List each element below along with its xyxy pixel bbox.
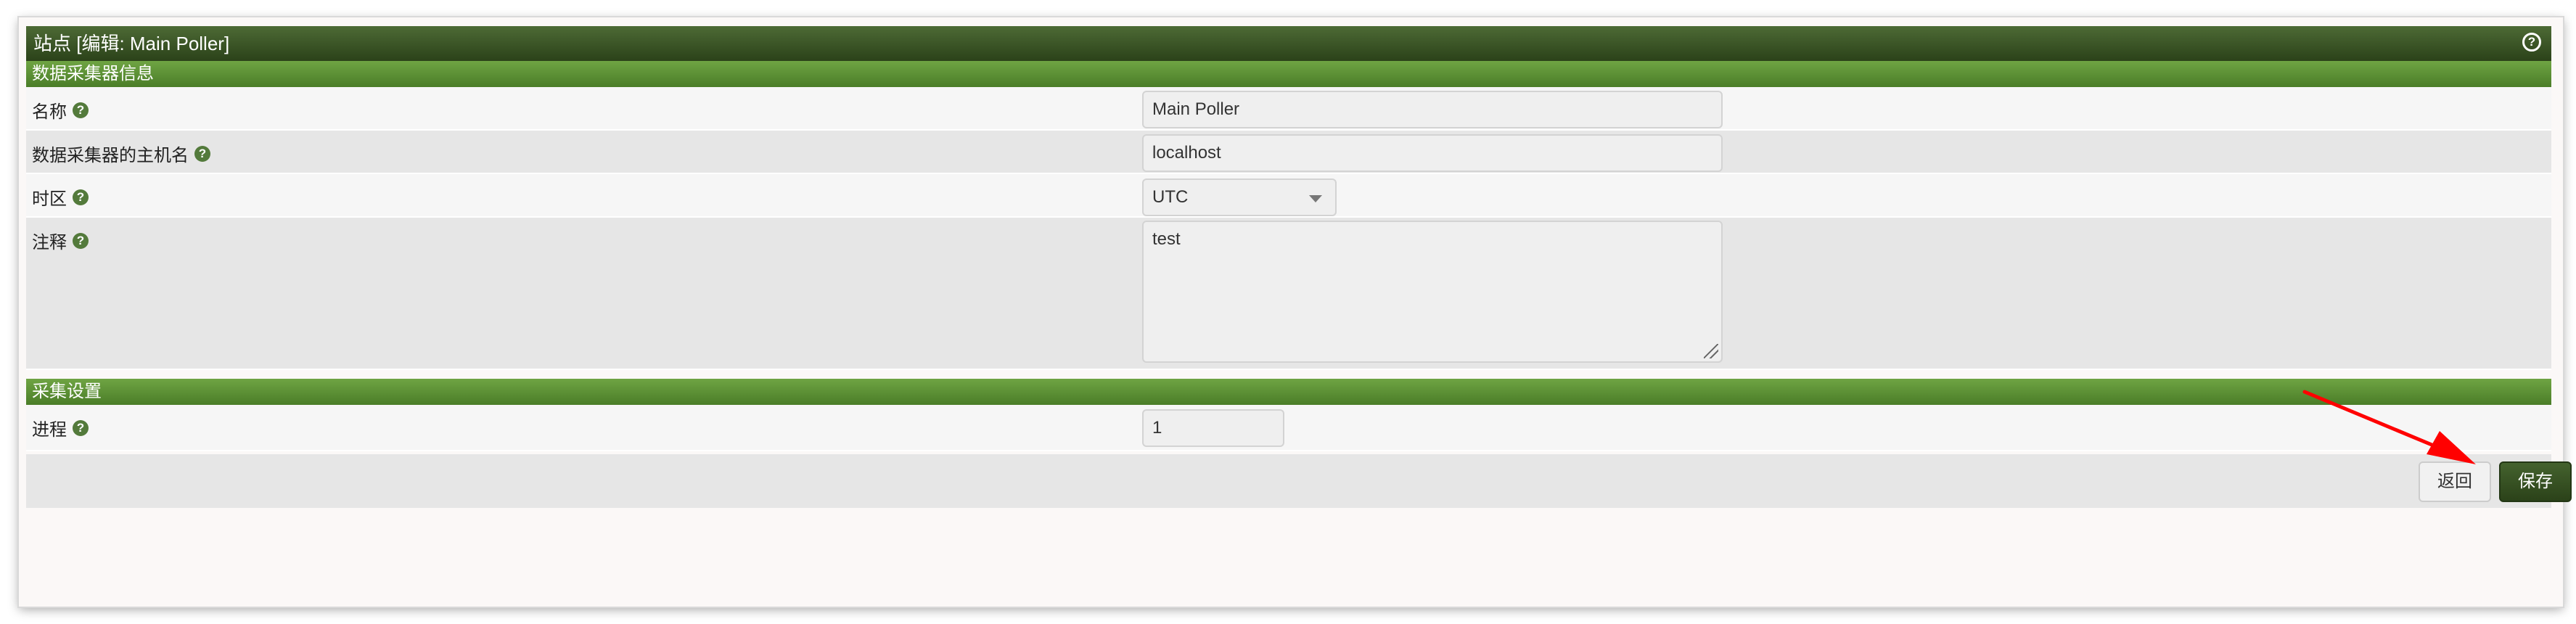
back-button[interactable]: 返回	[2419, 461, 2491, 502]
hostname-input[interactable]: localhost	[1142, 134, 1723, 172]
section-collection-settings: 采集设置	[26, 379, 2551, 405]
page-title: 站点 [编辑: Main Poller]	[33, 33, 230, 54]
panel-title-bar: 站点 [编辑: Main Poller] ?	[26, 26, 2551, 61]
edit-poller-panel: 站点 [编辑: Main Poller] ? 数据采集器信息 名称 ? Main…	[19, 17, 2572, 607]
resize-grip-icon[interactable]	[1704, 344, 1718, 358]
help-icon[interactable]: ?	[73, 189, 89, 205]
name-label-wrap: 名称 ?	[32, 97, 89, 123]
hostname-label-wrap: 数据采集器的主机名 ?	[32, 141, 210, 166]
hostname-label: 数据采集器的主机名	[32, 146, 189, 165]
action-bar: 返回 保存	[26, 454, 2572, 508]
timezone-value: UTC	[1152, 187, 1189, 207]
help-icon[interactable]: ?	[73, 102, 89, 118]
processes-input[interactable]: 1	[1142, 409, 1284, 447]
name-label: 名称	[32, 102, 67, 122]
save-button[interactable]: 保存	[2499, 461, 2572, 502]
row-processes: 进程 ?	[26, 405, 2551, 451]
name-input[interactable]: Main Poller	[1142, 91, 1723, 128]
timezone-label: 时区	[32, 189, 67, 209]
help-icon[interactable]: ?	[73, 419, 89, 436]
help-icon[interactable]: ?	[194, 145, 210, 162]
section-title: 采集设置	[32, 382, 102, 401]
notes-label-wrap: 注释 ?	[32, 228, 89, 253]
section-collector-info: 数据采集器信息	[26, 61, 2551, 87]
processes-label-wrap: 进程 ?	[32, 415, 89, 440]
timezone-label-wrap: 时区 ?	[32, 184, 89, 210]
notes-textarea[interactable]: test	[1142, 221, 1723, 363]
timezone-select[interactable]: UTC	[1142, 178, 1337, 216]
help-icon[interactable]: ?	[73, 232, 89, 249]
section-title: 数据采集器信息	[32, 64, 154, 83]
processes-label: 进程	[32, 420, 67, 440]
question-circle-icon[interactable]: ?	[2522, 33, 2541, 52]
chevron-down-icon	[1309, 195, 1322, 202]
notes-label: 注释	[32, 233, 67, 253]
notes-value: test	[1152, 229, 1181, 249]
